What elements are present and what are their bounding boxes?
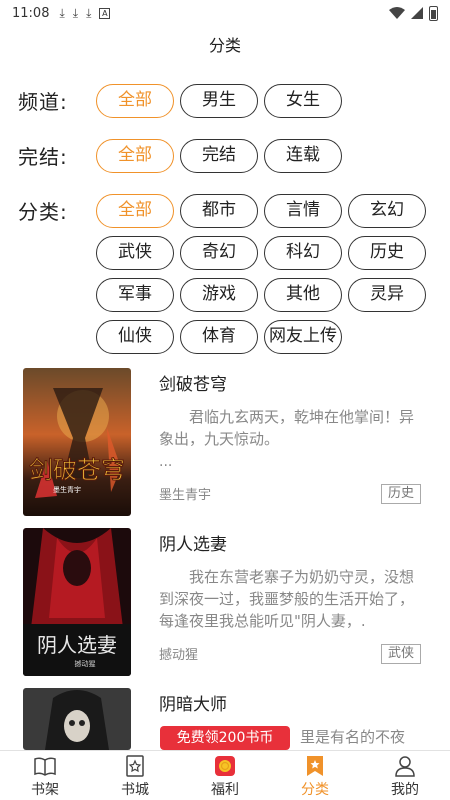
book-title: 剑破苍穹 (159, 375, 227, 395)
tab-label: 书架 (31, 782, 59, 798)
chip-channel-female[interactable]: 女生 (264, 84, 342, 118)
page-title: 分类 (208, 36, 241, 55)
download-icon: ⤓ (59, 5, 65, 20)
signal-icon (411, 7, 423, 19)
book-description: 君临九玄两天，乾坤在他掌间！异象出，九天惊动。 (159, 408, 415, 448)
tab-profile[interactable]: 我的 (360, 751, 450, 800)
book-cover[interactable]: 阴人选妻 撼动猩 (23, 528, 131, 676)
gift-coin-icon (215, 756, 235, 776)
chip-channel-all[interactable]: 全部 (96, 84, 174, 118)
book-title: 阴暗大师 (159, 695, 227, 715)
battery-icon (429, 5, 438, 21)
tab-label: 我的 (391, 782, 419, 798)
book-cover[interactable] (23, 688, 131, 750)
tab-label: 书城 (121, 782, 149, 798)
chip-category-fantasy[interactable]: 玄幻 (348, 194, 426, 228)
tab-welfare[interactable]: 福利 (180, 751, 270, 800)
cover-title-text: 阴人选妻 (37, 633, 117, 657)
book-title: 阴人选妻 (159, 535, 227, 555)
book-item[interactable]: 阴人选妻 撼动猩 阴人选妻 我在东营老寨子为奶奶守灵，没想到深夜一过，我噩梦般的… (0, 528, 450, 684)
download-icon: ⤓ (72, 5, 79, 20)
chip-category-scifi[interactable]: 科幻 (264, 236, 342, 270)
chip-category-other[interactable]: 其他 (264, 278, 342, 312)
book-description: 我在东营老寨子为奶奶守灵，没想到深夜一过，我噩梦般的生活开始了，每逢夜里我总能听… (159, 568, 415, 630)
chip-category-xianxia[interactable]: 仙侠 (96, 320, 174, 354)
cover-title-text: 剑破苍穹 (29, 456, 125, 484)
book-more: ... (159, 454, 173, 470)
chip-category-all[interactable]: 全部 (96, 194, 174, 228)
chip-channel-male[interactable]: 男生 (180, 84, 258, 118)
bookstore-icon (126, 755, 144, 777)
cover-author-text: 撼动猩 (75, 659, 96, 668)
chip-category-user-upload[interactable]: 网友上传 (264, 320, 342, 354)
chip-category-urban[interactable]: 都市 (180, 194, 258, 228)
book-item[interactable]: 剑破苍穹 墨生青宇 剑破苍穹 君临九玄两天，乾坤在他掌间！异象出，九天惊动。 .… (0, 368, 450, 524)
promo-free-coins-button[interactable]: 免费领200书币 (160, 726, 290, 750)
chip-category-romance[interactable]: 言情 (264, 194, 342, 228)
chip-status-all[interactable]: 全部 (96, 139, 174, 173)
chip-status-ongoing[interactable]: 连载 (264, 139, 342, 173)
chip-category-sports[interactable]: 体育 (180, 320, 258, 354)
chip-category-magic[interactable]: 奇幻 (180, 236, 258, 270)
book-description: 里是有名的不夜 (300, 728, 406, 746)
tab-category[interactable]: 分类 (270, 751, 360, 800)
chip-category-history[interactable]: 历史 (348, 236, 426, 270)
tab-label: 分类 (301, 782, 329, 798)
book-author: 撼动猩 (159, 648, 199, 663)
chip-category-game[interactable]: 游戏 (180, 278, 258, 312)
channel-label: 频道: (18, 90, 68, 114)
book-tag: 历史 (381, 484, 422, 504)
book-author: 墨生青宇 (159, 488, 212, 503)
category-label: 分类: (18, 200, 68, 224)
status-time: 11:08 (12, 5, 50, 21)
notification-a-icon: A (99, 7, 111, 19)
category-icon (307, 756, 323, 776)
chip-category-military[interactable]: 军事 (96, 278, 174, 312)
tab-bookstore[interactable]: 书城 (90, 751, 180, 800)
book-cover[interactable]: 剑破苍穹 墨生青宇 (23, 368, 131, 516)
tab-label: 福利 (211, 782, 239, 798)
bottom-tab-bar: 书架 书城 福利 分类 我的 (0, 750, 450, 800)
chip-category-wuxia[interactable]: 武侠 (96, 236, 174, 270)
cover-author-text: 墨生青宇 (53, 485, 81, 494)
bookshelf-icon (34, 757, 56, 776)
book-tag: 武侠 (381, 644, 422, 664)
chip-status-finished[interactable]: 完结 (180, 139, 258, 173)
chip-category-supernatural[interactable]: 灵异 (348, 278, 426, 312)
profile-icon (395, 756, 415, 777)
download-icon: ⤓ (86, 5, 92, 20)
tab-bookshelf[interactable]: 书架 (0, 751, 90, 800)
wifi-icon (389, 7, 405, 19)
status-bar: 11:08 ⤓ ⤓ ⤓ A (0, 0, 450, 26)
status-label: 完结: (18, 145, 68, 169)
